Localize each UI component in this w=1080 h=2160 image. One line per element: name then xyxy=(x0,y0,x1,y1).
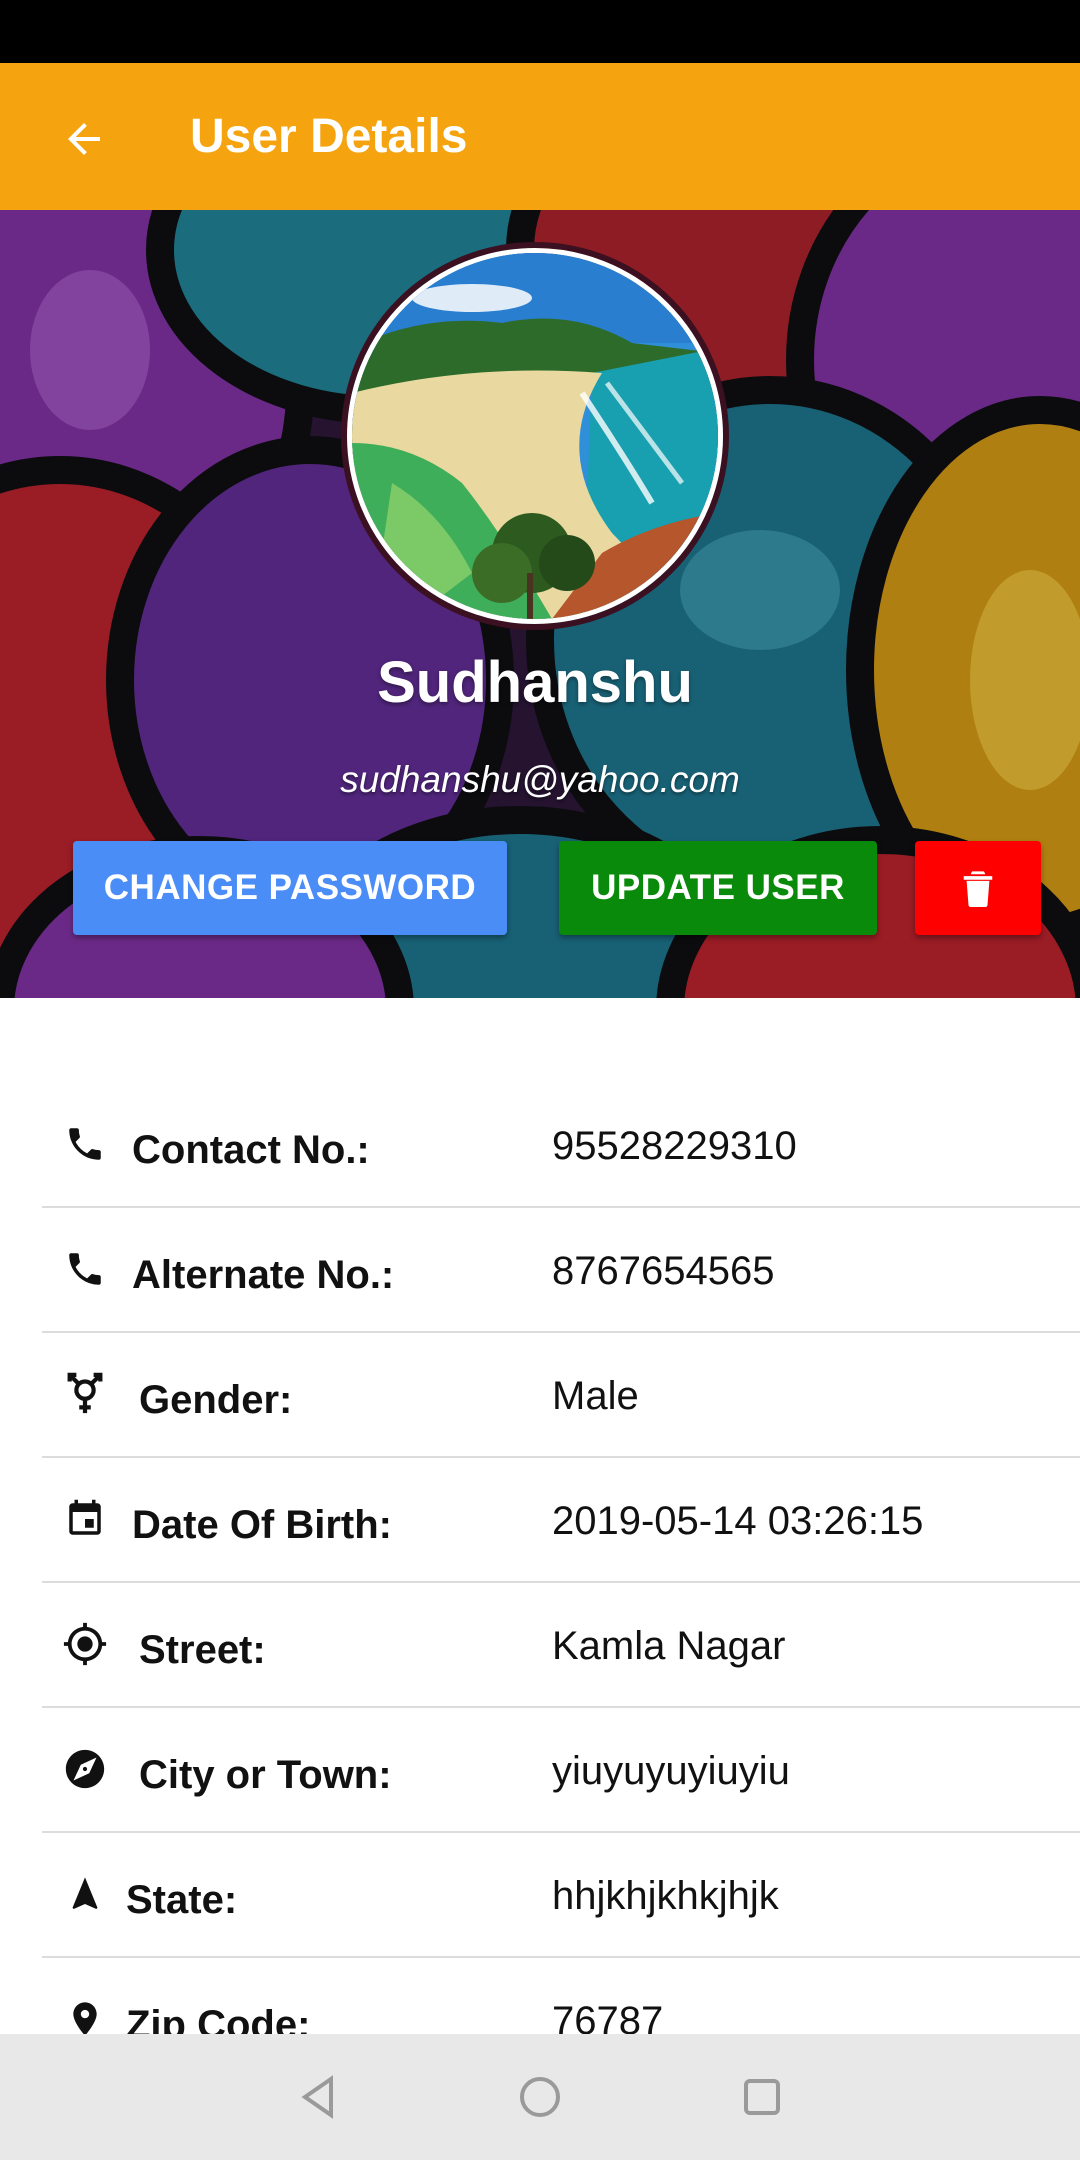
detail-value: yiuyuyuyiuyiu xyxy=(552,1749,790,1793)
arrow-back-icon xyxy=(68,123,100,155)
change-password-button[interactable]: CHANGE PASSWORD xyxy=(73,841,507,935)
detail-label: State: xyxy=(126,1878,238,1922)
detail-value: 2019-05-14 03:26:15 xyxy=(552,1499,924,1543)
detail-label: Alternate No.: xyxy=(132,1253,395,1297)
detail-label: Zip Code: xyxy=(126,2003,311,2034)
back-button[interactable] xyxy=(52,107,116,171)
avatar[interactable] xyxy=(347,248,723,624)
detail-row-street: Street: Kamla Nagar xyxy=(42,1581,1080,1708)
detail-row-state: State: hhjkhjkhkjhjk xyxy=(42,1831,1080,1958)
detail-label: Gender: xyxy=(139,1378,293,1422)
location-target-icon xyxy=(62,1621,108,1667)
app-bar: User Details xyxy=(0,63,1080,210)
avatar-beach-image xyxy=(352,253,718,619)
profile-header: Sudhanshu sudhanshu@yahoo.com CHANGE PAS… xyxy=(0,210,1080,998)
detail-label: Date Of Birth: xyxy=(132,1503,392,1547)
user-name: Sudhanshu xyxy=(377,650,693,715)
system-navigation-bar xyxy=(0,2034,1080,2160)
navigation-arrow-icon xyxy=(62,1871,108,1917)
nav-recents-button[interactable] xyxy=(735,2070,789,2124)
gender-icon xyxy=(62,1371,108,1417)
detail-value: 95528229310 xyxy=(552,1124,797,1168)
detail-row-contact: Contact No.: 95528229310 xyxy=(42,1081,1080,1208)
detail-value: Kamla Nagar xyxy=(552,1624,786,1668)
update-user-button[interactable]: UPDATE USER xyxy=(559,841,877,935)
map-pin-icon xyxy=(62,1996,108,2034)
detail-row-alternate: Alternate No.: 8767654565 xyxy=(42,1206,1080,1333)
nav-home-button[interactable] xyxy=(513,2070,567,2124)
trash-icon xyxy=(963,871,993,907)
detail-value: 76787 xyxy=(552,1999,664,2034)
nav-back-button[interactable] xyxy=(292,2070,346,2124)
detail-row-dob: Date Of Birth: 2019-05-14 03:26:15 xyxy=(42,1456,1080,1583)
detail-row-gender: Gender: Male xyxy=(42,1331,1080,1458)
status-bar xyxy=(0,0,1080,63)
detail-label: City or Town: xyxy=(139,1753,392,1797)
phone-icon xyxy=(62,1121,108,1167)
detail-row-city: City or Town: yiuyuyuyiuyiu xyxy=(42,1706,1080,1833)
circle-home-icon xyxy=(520,2077,560,2117)
detail-label: Contact No.: xyxy=(132,1128,370,1172)
user-details-list: Contact No.: 95528229310 Alternate No.: … xyxy=(0,998,1080,2034)
page-title: User Details xyxy=(190,110,468,163)
compass-icon xyxy=(62,1746,108,1792)
user-email: sudhanshu@yahoo.com xyxy=(340,759,740,800)
square-recents-icon xyxy=(744,2079,780,2115)
calendar-icon xyxy=(62,1496,108,1542)
phone-icon xyxy=(62,1246,108,1292)
detail-value: Male xyxy=(552,1374,639,1418)
delete-user-button[interactable] xyxy=(915,841,1041,935)
triangle-back-icon xyxy=(301,2075,333,2119)
detail-row-zip: Zip Code: 76787 xyxy=(42,1956,1080,2034)
detail-value: 8767654565 xyxy=(552,1249,775,1293)
detail-label: Street: xyxy=(139,1628,266,1672)
detail-value: hhjkhjkhkjhjk xyxy=(552,1874,779,1918)
